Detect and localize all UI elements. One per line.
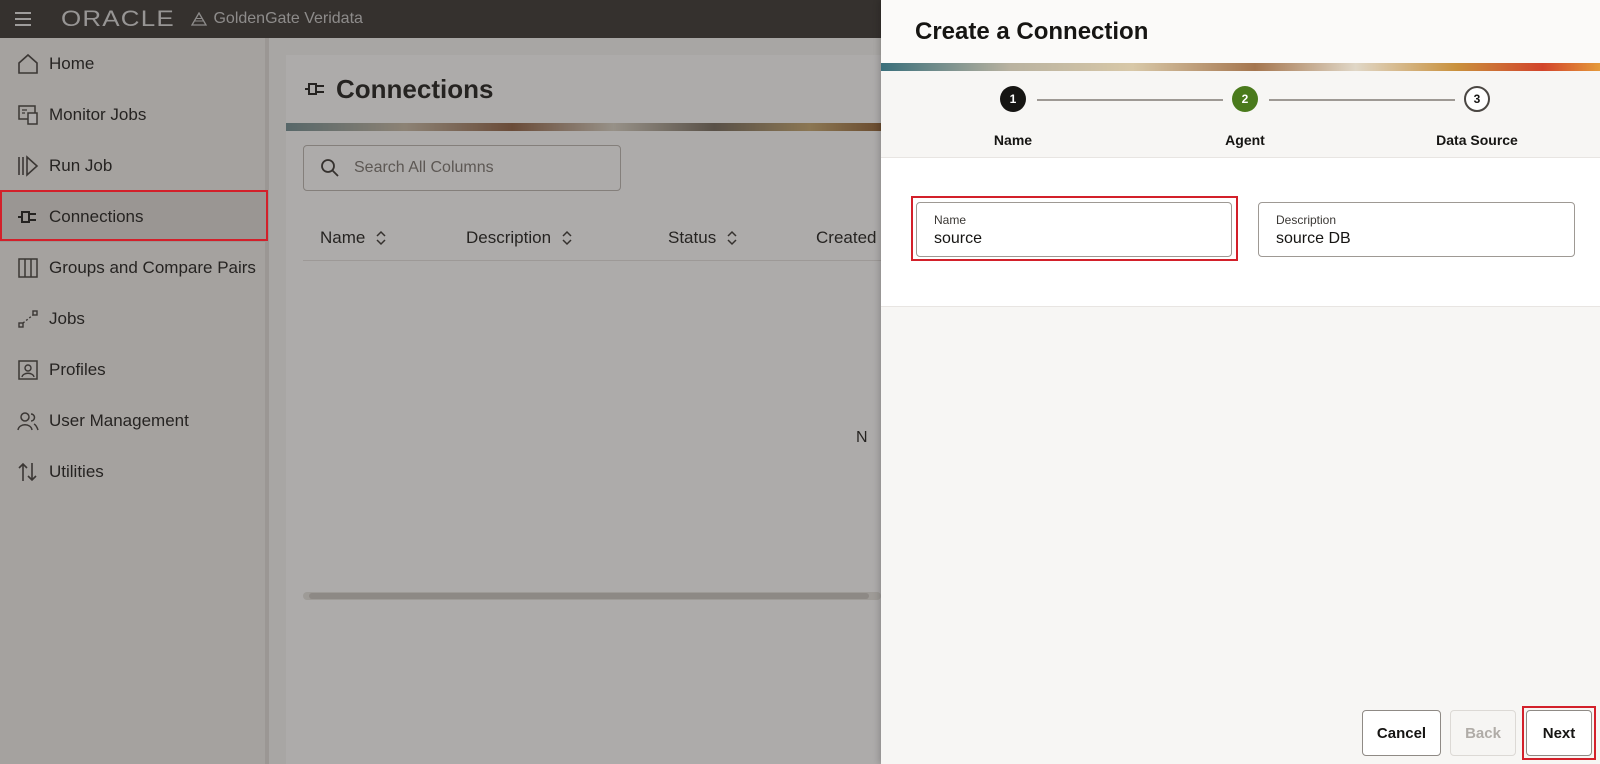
step-train: 1 2 3 Name Agent Data Source xyxy=(881,71,1600,157)
product-name: GoldenGate Veridata xyxy=(191,10,363,28)
plug-icon xyxy=(305,83,324,95)
sidebar-item-label: Profiles xyxy=(49,359,106,379)
search-icon xyxy=(321,159,339,177)
search-input[interactable] xyxy=(354,159,594,177)
sidebar-item-monitor-jobs[interactable]: Monitor Jobs xyxy=(0,89,265,140)
columns-icon xyxy=(17,257,39,279)
description-field-label: Description xyxy=(1276,213,1337,227)
goldengate-logo-icon xyxy=(191,12,208,26)
sidebar-item-label: Utilities xyxy=(49,461,104,481)
sidebar-item-label: User Management xyxy=(49,410,189,430)
column-header-created[interactable]: Created xyxy=(816,215,876,261)
connection-form: Name Description xyxy=(881,157,1600,307)
step-2-indicator[interactable]: 2 xyxy=(1232,86,1258,112)
column-header-label: Created xyxy=(816,228,877,247)
column-header-label: Name xyxy=(320,228,366,247)
create-connection-drawer: Create a Connection 1 2 3 Name Agent Dat… xyxy=(881,0,1600,764)
sidebar-item-jobs[interactable]: Jobs xyxy=(0,293,265,344)
scrollbar-thumb[interactable] xyxy=(309,593,869,599)
column-header-label: Description xyxy=(466,228,552,247)
name-field[interactable]: Name xyxy=(916,202,1232,257)
sort-icon xyxy=(562,230,572,246)
cancel-button[interactable]: Cancel xyxy=(1362,710,1441,756)
sidebar-item-utilities[interactable]: Utilities xyxy=(0,446,265,497)
sidebar-item-user-management[interactable]: User Management xyxy=(0,395,265,446)
sidebar: Home Monitor Jobs Run Job Connections Gr… xyxy=(0,38,269,764)
name-field-label: Name xyxy=(934,213,967,227)
plug-icon xyxy=(17,206,39,228)
sidebar-item-groups[interactable]: Groups and Compare Pairs xyxy=(0,242,265,293)
sidebar-item-label: Monitor Jobs xyxy=(49,104,147,124)
sidebar-item-home[interactable]: Home xyxy=(0,38,265,89)
users-icon xyxy=(17,410,39,432)
sidebar-item-label: Jobs xyxy=(49,308,85,328)
profile-icon xyxy=(17,359,39,381)
step-3-label: Data Source xyxy=(1436,132,1518,148)
product-name-label: GoldenGate Veridata xyxy=(213,10,363,27)
page-header: Connections xyxy=(286,55,881,123)
page-banner xyxy=(286,123,881,131)
sort-arrows-icon xyxy=(17,461,39,483)
drawer-banner xyxy=(881,63,1600,71)
description-field[interactable]: Description xyxy=(1258,202,1575,257)
column-header-label: Status xyxy=(668,228,717,247)
step-3-indicator[interactable]: 3 xyxy=(1464,86,1490,112)
sidebar-item-run-job[interactable]: Run Job xyxy=(0,140,265,191)
horizontal-scrollbar[interactable] xyxy=(303,592,881,600)
sort-icon xyxy=(727,230,737,246)
step-1-label: Name xyxy=(993,132,1033,148)
sidebar-item-label: Connections xyxy=(49,206,144,226)
home-icon xyxy=(17,53,39,75)
sidebar-item-profiles[interactable]: Profiles xyxy=(0,344,265,395)
sidebar-item-connections[interactable]: Connections xyxy=(0,191,265,242)
sort-icon xyxy=(376,230,386,246)
page-title: Connections xyxy=(336,73,494,104)
step-connector xyxy=(1269,99,1455,101)
sidebar-item-label: Home xyxy=(49,53,95,73)
step-connector xyxy=(1037,99,1223,101)
name-input[interactable] xyxy=(934,230,1215,248)
column-header-name[interactable]: Name xyxy=(320,215,387,261)
sidebar-item-label: Groups and Compare Pairs xyxy=(49,257,256,277)
step-2-label: Agent xyxy=(1225,132,1265,148)
oracle-logo: ORACLE xyxy=(61,6,175,31)
drawer-title: Create a Connection xyxy=(915,17,1149,45)
next-button[interactable]: Next xyxy=(1526,710,1592,756)
empty-table-message: N xyxy=(856,429,868,446)
search-box[interactable] xyxy=(303,145,621,191)
drawer-header: Create a Connection xyxy=(881,0,1600,63)
sidebar-item-label: Run Job xyxy=(49,155,113,175)
column-header-description[interactable]: Description xyxy=(466,215,573,261)
monitor-icon xyxy=(17,104,39,126)
column-header-status[interactable]: Status xyxy=(668,215,738,261)
main-content: Connections Name Description Status Crea… xyxy=(269,38,881,764)
run-icon xyxy=(17,154,39,177)
hamburger-menu-icon[interactable] xyxy=(15,12,31,26)
drawer-footer: Cancel Back Next xyxy=(881,694,1600,760)
back-button: Back xyxy=(1450,710,1516,756)
connections-panel: Connections Name Description Status Crea… xyxy=(286,55,881,764)
step-1-indicator[interactable]: 1 xyxy=(1000,86,1026,112)
jobs-icon xyxy=(17,308,39,330)
table-header: Name Description Status Created xyxy=(303,215,881,261)
top-bar: ORACLE GoldenGate Veridata xyxy=(0,0,881,38)
description-input[interactable] xyxy=(1276,230,1558,248)
